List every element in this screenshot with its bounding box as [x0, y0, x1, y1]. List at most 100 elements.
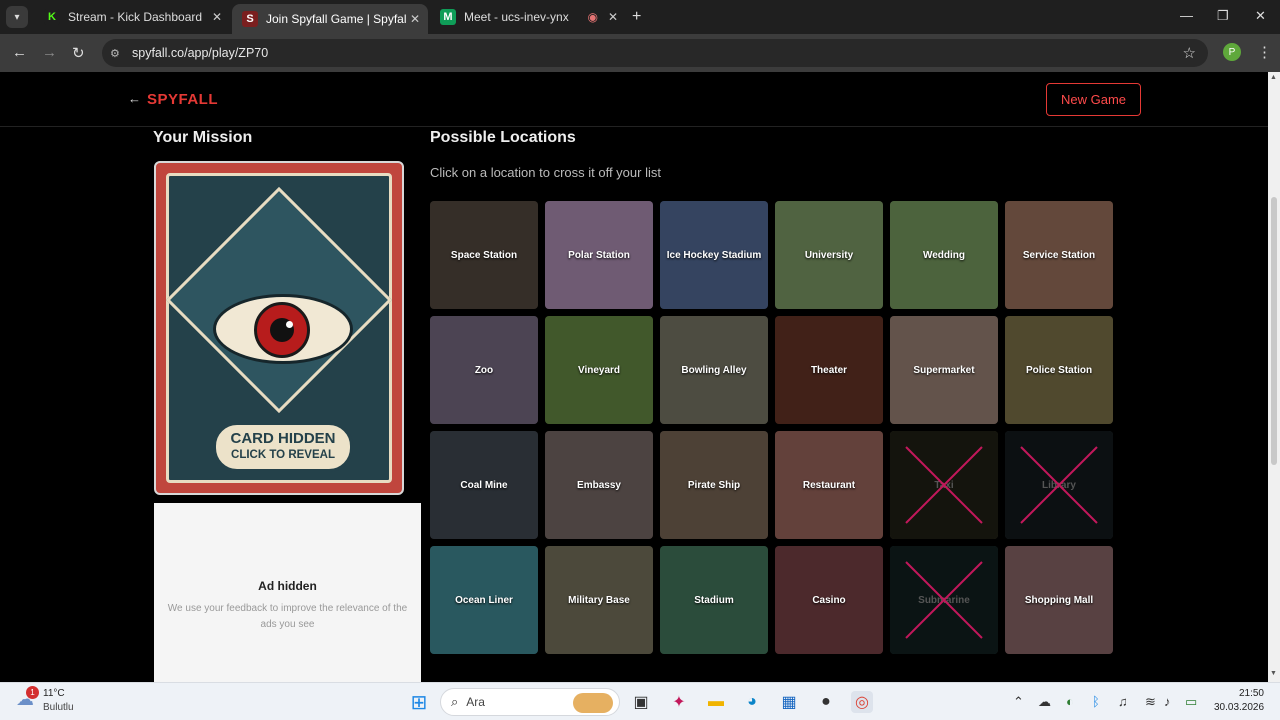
tab-kick-dashboard[interactable]: K Stream - Kick Dashboard ✕ — [34, 4, 230, 30]
card-pattern: CARD HIDDEN CLICK TO REVEAL — [165, 173, 393, 483]
tab-spyfall[interactable]: S Join Spyfall Game | Spyfall Onli ✕ — [232, 4, 428, 34]
location-tile[interactable]: Library — [1005, 431, 1113, 539]
location-name: Stadium — [694, 594, 734, 606]
address-bar[interactable]: ⚙ spyfall.co/app/play/ZP70 ☆ — [102, 39, 1208, 67]
location-name: Casino — [812, 594, 846, 606]
cross-out-icon — [905, 561, 983, 639]
back-arrow-icon[interactable]: ← — [128, 91, 141, 106]
location-tile[interactable]: Wedding — [890, 201, 998, 309]
location-name: Service Station — [1022, 249, 1096, 261]
location-tile[interactable]: Taxi — [890, 431, 998, 539]
kick-favicon-icon: K — [44, 9, 60, 25]
location-name: Supermarket — [913, 364, 975, 376]
close-window-icon[interactable]: ✕ — [1255, 8, 1266, 24]
tab-search-button[interactable]: ▾ — [6, 6, 28, 28]
tray-chevron-icon[interactable]: ⌃ — [1013, 694, 1024, 710]
scroll-down-icon[interactable]: ▼ — [1270, 670, 1277, 677]
tray-app-icon[interactable]: ◐ — [1066, 694, 1074, 709]
location-tile[interactable]: Stadium — [660, 546, 768, 654]
chrome-icon[interactable]: ◎ — [851, 691, 873, 713]
new-game-button[interactable]: New Game — [1046, 83, 1141, 116]
file-explorer-icon[interactable]: ▬ — [705, 691, 727, 713]
location-tile[interactable]: Coal Mine — [430, 431, 538, 539]
location-tile[interactable]: University — [775, 201, 883, 309]
location-tile[interactable]: Ocean Liner — [430, 546, 538, 654]
copilot-icon[interactable]: ✦ — [668, 691, 690, 713]
location-tile[interactable]: Polar Station — [545, 201, 653, 309]
back-icon[interactable]: ← — [12, 44, 27, 61]
location-name: Coal Mine — [460, 479, 508, 491]
tray-cloud-icon[interactable]: ☁ — [1038, 694, 1051, 710]
app-icon[interactable]: ● — [815, 691, 837, 713]
battery-icon[interactable]: ▭ — [1185, 694, 1197, 710]
weather-description[interactable]: Bulutlu — [43, 702, 74, 713]
card-label: CARD HIDDEN CLICK TO REVEAL — [213, 422, 353, 472]
reload-icon[interactable]: ↻ — [72, 44, 85, 62]
location-tile[interactable]: Casino — [775, 546, 883, 654]
minimize-icon[interactable]: — — [1180, 8, 1193, 23]
volume-icon[interactable]: ♪ — [1164, 694, 1171, 709]
location-tile[interactable]: Submarine — [890, 546, 998, 654]
location-tile[interactable]: Shopping Mall — [1005, 546, 1113, 654]
windows-start-icon[interactable]: ⊞ — [408, 691, 430, 714]
browser-menu-icon[interactable]: ⋮ — [1257, 43, 1272, 61]
location-tile[interactable]: Police Station — [1005, 316, 1113, 424]
location-name: Restaurant — [802, 479, 856, 491]
tab-title: Meet - ucs-inev-ynx — [464, 10, 569, 24]
forward-icon[interactable]: → — [42, 44, 57, 61]
locations-subtitle: Click on a location to cross it off your… — [430, 165, 661, 180]
microphone-icon[interactable]: ♫ — [1118, 694, 1128, 709]
location-name: Polar Station — [568, 249, 630, 261]
location-tile[interactable]: Vineyard — [545, 316, 653, 424]
ad-panel: Ad hidden We use your feedback to improv… — [154, 503, 421, 682]
site-header: ← SPYFALL New Game — [0, 72, 1268, 127]
location-tile[interactable]: Ice Hockey Stadium — [660, 201, 768, 309]
tab-meet[interactable]: M Meet - ucs-inev-ynx ◉ ✕ — [430, 4, 626, 30]
taskbar: ☁ 1 11°C Bulutlu ⊞ ⌕ Ara ▣ ✦ ▬ ◕ ▦ ● ◎ ⌃… — [0, 682, 1280, 720]
location-tile[interactable]: Theater — [775, 316, 883, 424]
recording-icon: ◉ — [587, 10, 598, 24]
location-tile[interactable]: Military Base — [545, 546, 653, 654]
tab-close-icon[interactable]: ✕ — [608, 10, 618, 24]
bookmark-star-icon[interactable]: ☆ — [1183, 44, 1196, 62]
task-view-icon[interactable]: ▣ — [630, 691, 652, 713]
click-to-reveal-text: CLICK TO REVEAL — [231, 449, 335, 461]
tab-close-icon[interactable]: ✕ — [410, 12, 420, 26]
location-tile[interactable]: Pirate Ship — [660, 431, 768, 539]
location-tile[interactable]: Bowling Alley — [660, 316, 768, 424]
profile-avatar[interactable]: P — [1223, 43, 1241, 61]
site-info-icon[interactable]: ⚙ — [110, 47, 126, 60]
location-tile[interactable]: Supermarket — [890, 316, 998, 424]
taskbar-search[interactable]: ⌕ Ara — [440, 688, 620, 716]
location-tile[interactable]: Service Station — [1005, 201, 1113, 309]
time: 21:50 — [1238, 688, 1264, 699]
location-name: Zoo — [474, 364, 494, 376]
edge-icon[interactable]: ◕ — [741, 691, 763, 713]
bluetooth-icon[interactable]: ᛒ — [1092, 694, 1100, 709]
store-icon[interactable]: ▦ — [778, 691, 800, 713]
ad-subtitle: We use your feedback to improve the rele… — [167, 603, 408, 630]
scroll-up-icon[interactable]: ▲ — [1270, 74, 1277, 81]
location-name: Wedding — [922, 249, 966, 261]
mission-heading: Your Mission — [153, 129, 253, 146]
location-name: University — [804, 249, 854, 261]
page-scrollbar[interactable]: ▲ ▼ — [1268, 72, 1280, 682]
wifi-icon[interactable]: ≋ — [1145, 694, 1156, 710]
card-hidden-text: CARD HIDDEN — [230, 430, 336, 447]
location-tile[interactable]: Zoo — [430, 316, 538, 424]
temperature[interactable]: 11°C — [43, 688, 65, 699]
location-tile[interactable]: Embassy — [545, 431, 653, 539]
mission-card[interactable]: CARD HIDDEN CLICK TO REVEAL — [154, 161, 404, 495]
tab-close-icon[interactable]: ✕ — [212, 10, 222, 24]
cross-out-icon — [1020, 446, 1098, 524]
brand-logo[interactable]: SPYFALL — [147, 91, 218, 108]
clock[interactable]: 21:50 30.03.2026 — [1214, 688, 1264, 713]
restore-icon[interactable]: ❐ — [1217, 8, 1229, 24]
url-text[interactable]: spyfall.co/app/play/ZP70 — [132, 46, 268, 60]
location-tile[interactable]: Restaurant — [775, 431, 883, 539]
new-tab-icon[interactable]: + — [632, 8, 641, 26]
date: 30.03.2026 — [1214, 702, 1265, 713]
location-tile[interactable]: Space Station — [430, 201, 538, 309]
scrollbar-thumb[interactable] — [1271, 197, 1277, 465]
cross-out-icon — [905, 446, 983, 524]
